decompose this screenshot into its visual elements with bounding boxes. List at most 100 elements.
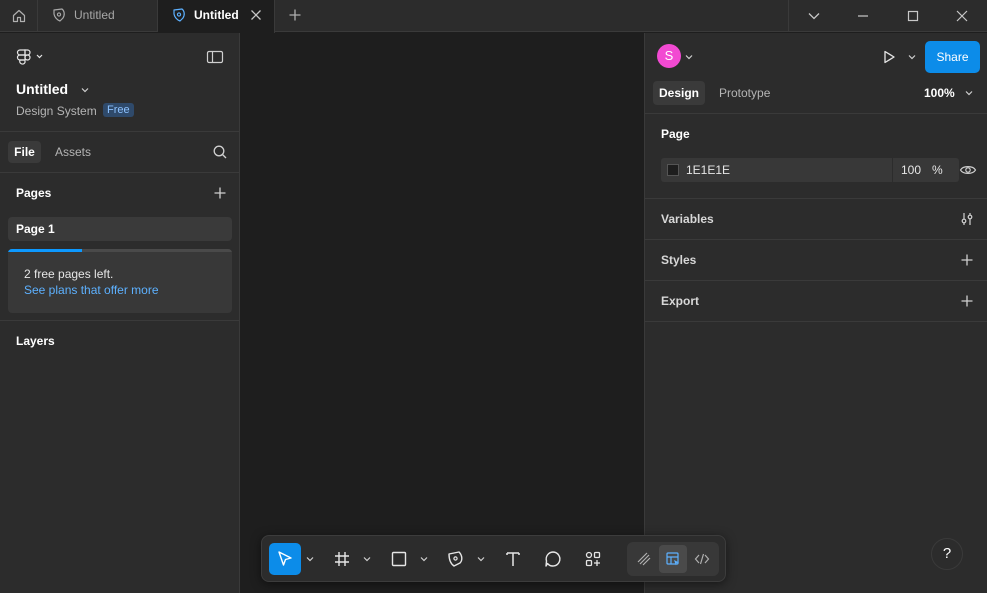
tab-untitled-1[interactable]: Untitled [38, 0, 158, 32]
code-brackets-icon [694, 553, 710, 565]
add-export-plus-icon[interactable] [959, 293, 975, 309]
text-tool-button[interactable] [497, 543, 529, 575]
notice-text: 2 free pages left. [24, 267, 114, 281]
tab-assets[interactable]: Assets [55, 145, 91, 159]
color-hex-value[interactable]: 1E1E1E [686, 163, 730, 177]
user-avatar[interactable]: S [657, 44, 681, 68]
figma-file-icon [53, 8, 65, 22]
file-name-button[interactable]: Untitled [16, 81, 68, 97]
pages-heading: Pages [16, 186, 52, 200]
divider [0, 131, 240, 132]
pen-icon [448, 551, 463, 567]
rectangle-icon [391, 551, 407, 567]
comment-tool-button[interactable] [537, 543, 569, 575]
main-menu-button[interactable] [12, 45, 46, 67]
page-list-item[interactable]: Page 1 [8, 217, 232, 241]
minimize-button[interactable] [838, 0, 888, 32]
plan-badge: Free [103, 103, 134, 117]
chevron-down-icon[interactable] [476, 554, 486, 564]
color-swatch[interactable] [667, 164, 679, 176]
design-mode-button[interactable] [659, 545, 687, 573]
page-label: Page 1 [16, 222, 55, 236]
see-plans-link[interactable]: See plans that offer more [24, 283, 159, 297]
tab-untitled-2-active[interactable]: Untitled [158, 0, 275, 33]
move-tool-button[interactable] [269, 543, 301, 575]
chevron-down-icon[interactable] [80, 85, 90, 95]
title-bar: Untitled Untitled [0, 0, 987, 33]
tab-file[interactable]: File [8, 141, 41, 163]
divider [645, 321, 987, 322]
divider [645, 198, 987, 199]
page-section-heading: Page [661, 127, 690, 141]
chevron-down-icon[interactable] [964, 88, 974, 98]
tab-label: Untitled [74, 8, 115, 22]
eye-visibility-icon[interactable] [959, 162, 977, 178]
file-name: Untitled [16, 81, 69, 97]
page-background-color-field[interactable]: 1E1E1E 100 % [661, 158, 959, 182]
figma-logo-icon [16, 49, 43, 65]
home-button[interactable] [0, 0, 38, 32]
divider [645, 239, 987, 240]
opacity-unit: % [932, 163, 943, 177]
pages-progress-track [8, 249, 232, 252]
chevron-down-icon [808, 13, 819, 20]
pen-tool-button[interactable] [440, 543, 472, 575]
styles-heading: Styles [661, 253, 697, 267]
frame-tool-button[interactable] [326, 543, 358, 575]
pages-progress-fill [8, 249, 82, 252]
home-icon [12, 9, 25, 23]
search-icon[interactable] [212, 144, 228, 160]
close-window-button[interactable] [937, 0, 987, 32]
frame-hash-icon [335, 552, 349, 566]
components-grid-icon [585, 551, 601, 567]
divider [0, 320, 240, 321]
design-mode-icon [666, 552, 679, 566]
mode-switcher [627, 542, 719, 576]
toggle-sidebar-button[interactable] [206, 49, 224, 65]
rectangle-tool-button[interactable] [383, 543, 415, 575]
chevron-down-icon[interactable] [907, 52, 917, 62]
help-button[interactable]: ? [931, 538, 963, 570]
tabs-dropdown-button[interactable] [788, 0, 838, 32]
maximize-icon [907, 10, 919, 22]
layers-heading: Layers [16, 334, 55, 348]
export-heading: Export [661, 294, 700, 308]
actions-tool-button[interactable] [577, 543, 609, 575]
chevron-down-icon[interactable] [305, 554, 315, 564]
chevron-down-icon[interactable] [684, 52, 694, 62]
text-t-icon [506, 552, 520, 566]
divider [0, 172, 240, 173]
figma-file-icon [173, 8, 185, 22]
project-name[interactable]: Design System [16, 104, 97, 118]
tab-label: Untitled [194, 8, 239, 22]
tab-design[interactable]: Design [653, 81, 705, 105]
variables-heading[interactable]: Variables [661, 212, 714, 226]
opacity-value[interactable]: 100 [901, 163, 921, 177]
add-style-plus-icon[interactable] [959, 252, 975, 268]
right-panel: S Share Design Prototype 100% Page 1E1E1… [644, 33, 987, 593]
new-tab-plus-icon[interactable] [287, 7, 303, 23]
left-panel: Untitled Design System Free File Assets … [0, 33, 240, 593]
divider [645, 113, 987, 114]
divider [645, 280, 987, 281]
zoom-level[interactable]: 100% [924, 86, 955, 100]
bottom-toolbar [261, 535, 726, 582]
variables-sliders-icon[interactable] [959, 211, 975, 227]
design-canvas[interactable] [241, 33, 644, 593]
comment-bubble-icon [545, 551, 561, 567]
cursor-arrow-icon [278, 551, 292, 566]
present-play-icon[interactable] [881, 49, 897, 65]
free-pages-notice: 2 free pages left. See plans that offer … [8, 249, 232, 313]
minimize-icon [858, 15, 868, 17]
field-divider [892, 158, 893, 182]
chevron-down-icon[interactable] [419, 554, 429, 564]
dev-mode-button[interactable] [688, 545, 716, 573]
sidebar-toggle-icon [206, 50, 224, 64]
add-page-plus-icon[interactable] [212, 185, 228, 201]
tab-prototype[interactable]: Prototype [719, 86, 770, 100]
close-icon[interactable] [249, 8, 263, 22]
share-button[interactable]: Share [925, 41, 980, 73]
chevron-down-icon[interactable] [362, 554, 372, 564]
draw-mode-button[interactable] [630, 545, 658, 573]
maximize-button[interactable] [888, 0, 938, 32]
